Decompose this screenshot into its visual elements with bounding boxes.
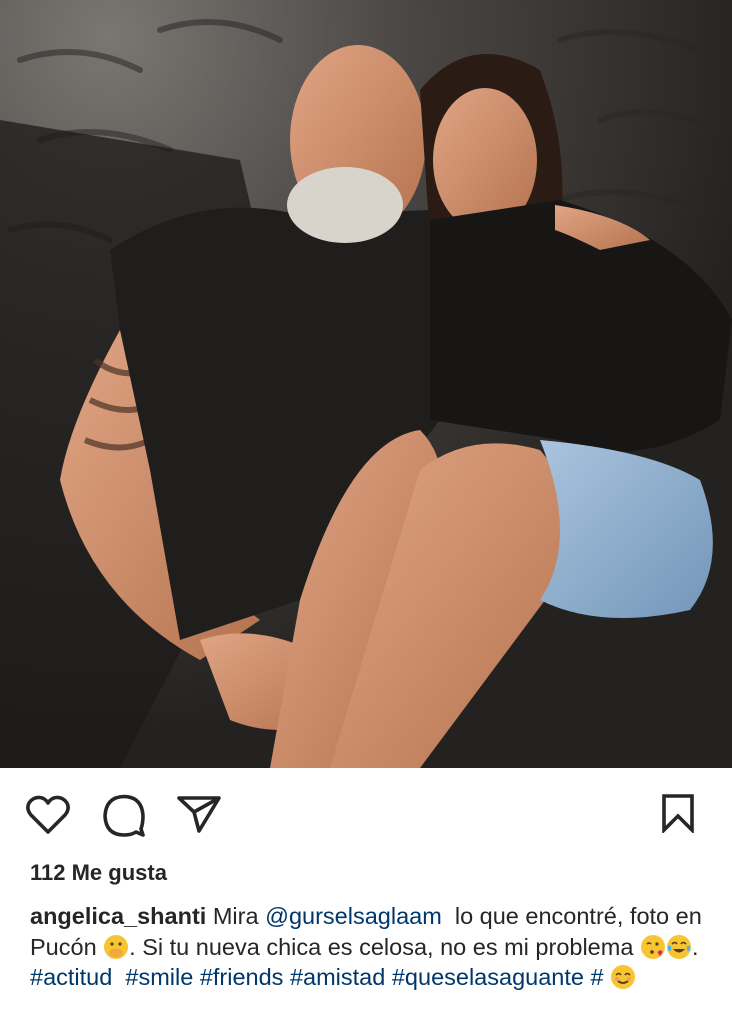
hashtag-link[interactable]: #amistad: [290, 964, 385, 990]
caption-text: lo que: [454, 903, 519, 929]
caption-text: . Si tu nueva chica es: [129, 933, 353, 960]
caption-username[interactable]: angelica_shanti: [30, 903, 206, 929]
hashtag-link[interactable]: #: [590, 964, 603, 990]
beach-photo-illustration: [0, 0, 732, 768]
caption-text: .: [691, 933, 699, 960]
likes-count[interactable]: 112 Me gusta: [30, 860, 167, 886]
hashtag-link[interactable]: #actitud: [30, 964, 112, 990]
heart-outline-icon[interactable]: [25, 794, 71, 836]
post-caption: angelica_shanti Mira @gurselsaglaam lo q…: [30, 901, 720, 993]
post-action-bar: [0, 768, 732, 858]
hashtag-link[interactable]: #queselasaguante: [392, 964, 584, 990]
caption-text: Mira: [212, 903, 259, 929]
hashtag-link[interactable]: #smile: [125, 964, 193, 990]
caption-text: celosa, no es mi problema: [359, 933, 634, 960]
smiling-face-emoji: [610, 964, 636, 990]
face-with-hand-over-mouth-emoji: [103, 934, 129, 960]
comment-bubble-icon[interactable]: [101, 793, 147, 837]
mention-link[interactable]: @gurselsaglaam: [265, 903, 442, 929]
post-photo[interactable]: [0, 0, 732, 768]
face-blowing-kiss-emoji: [640, 934, 666, 960]
hashtag-link[interactable]: #friends: [200, 964, 284, 990]
tears-of-joy-emoji: [666, 934, 692, 960]
bookmark-icon[interactable]: [660, 793, 696, 833]
paper-plane-icon[interactable]: [176, 794, 222, 834]
